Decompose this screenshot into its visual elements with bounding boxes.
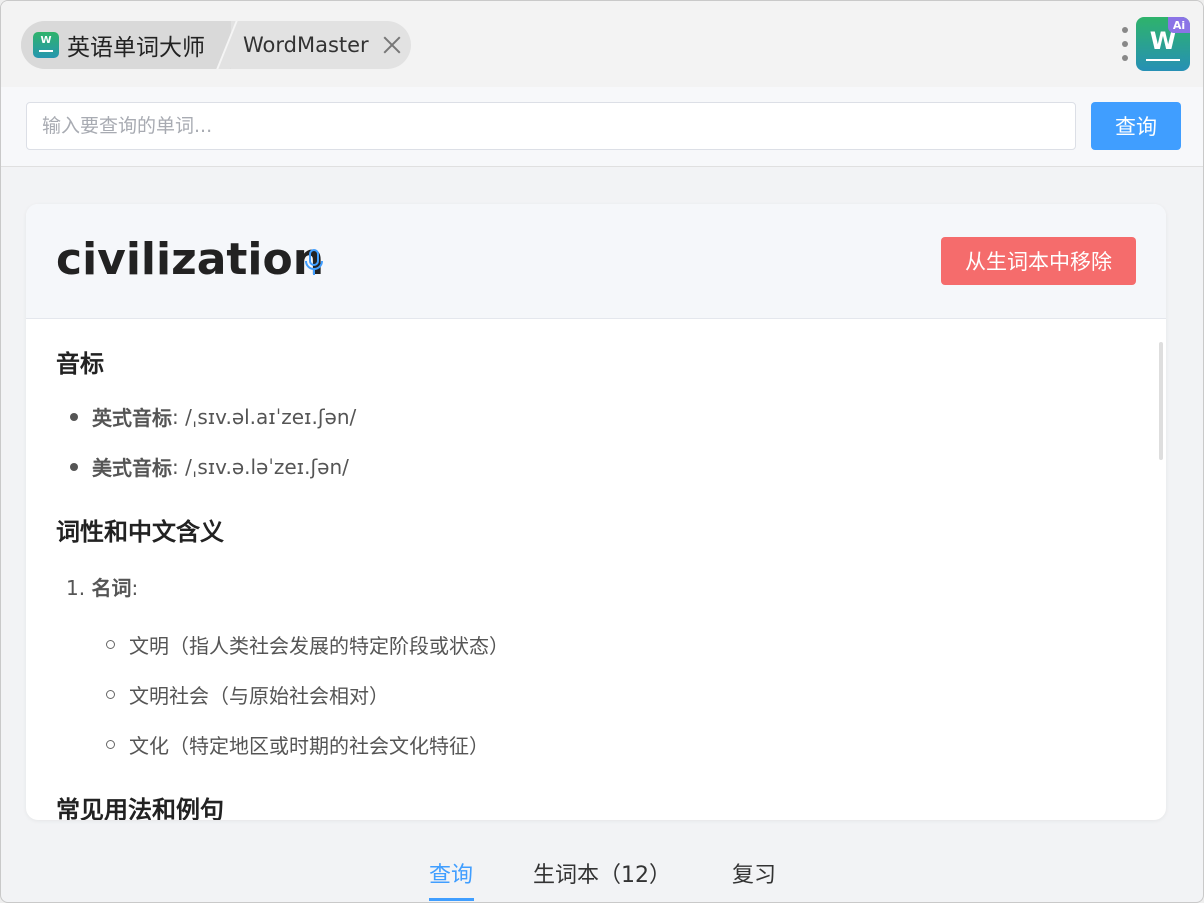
nav-review[interactable]: 复习 — [732, 857, 776, 889]
pos-number: 1. — [66, 576, 86, 600]
phonetic-label: 美式音标 — [92, 456, 172, 480]
meaning-text: 文明社会（与原始社会相对） — [129, 684, 389, 708]
search-button[interactable]: 查询 — [1091, 102, 1181, 150]
pos-label: 名词 — [91, 576, 132, 600]
nav-vocabulary[interactable]: 生词本（12） — [533, 857, 671, 889]
ai-badge: Ai — [1168, 17, 1190, 33]
scrollbar-thumb[interactable] — [1159, 342, 1163, 460]
app-window: W 英语单词大师 WordMaster W Ai 查询 civilization — [0, 0, 1204, 903]
bottom-nav: 查询 生词本（12） 复习 — [1, 841, 1203, 902]
search-bar: 查询 — [1, 87, 1203, 167]
page-tab[interactable]: WordMaster — [243, 21, 403, 69]
phonetic-value: : /ˌsɪv.əl.aɪˈzeɪ.ʃən/ — [172, 404, 357, 429]
usage-heading: 常见用法和例句 — [56, 796, 224, 820]
title-bar: W 英语单词大师 WordMaster W Ai — [1, 1, 1203, 87]
phonetic-value: : /ˌsɪv.ə.ləˈzeɪ.ʃən/ — [172, 454, 349, 479]
word-title: civilization — [56, 234, 325, 285]
remove-from-vocabulary-button[interactable]: 从生词本中移除 — [941, 237, 1136, 285]
phonetic-us: 美式音标 : /ˌsɪv.ə.ləˈzeɪ.ʃən/ — [70, 452, 349, 481]
bullet-dot — [70, 462, 78, 471]
meaning-item: 文明社会（与原始社会相对） — [106, 680, 389, 709]
bullet-circle — [106, 740, 115, 749]
word-details[interactable]: 音标 英式音标 : /ˌsɪv.əl.aɪˈzeɪ.ʃən/ 美式音标 : /ˌ… — [26, 320, 1166, 820]
pos-suffix: : — [131, 576, 139, 600]
meaning-text: 文明（指人类社会发展的特定阶段或状态） — [129, 634, 509, 658]
microphone-icon[interactable] — [302, 248, 326, 278]
part-of-speech: 1. 名词: — [66, 572, 138, 601]
meaning-item: 文化（特定地区或时期的社会文化特征） — [106, 730, 489, 759]
nav-lookup[interactable]: 查询 — [429, 857, 473, 889]
app-title: 英语单词大师 — [67, 35, 205, 61]
phonetic-uk: 英式音标 : /ˌsɪv.əl.aɪˈzeɪ.ʃən/ — [70, 402, 356, 431]
more-options-icon[interactable] — [1119, 27, 1131, 61]
app-tab[interactable]: W 英语单词大师 — [21, 21, 231, 69]
tab-strip: W 英语单词大师 WordMaster — [21, 21, 411, 69]
page-tab-title: WordMaster — [243, 33, 369, 57]
nav-active-indicator — [429, 898, 474, 901]
close-icon[interactable] — [381, 34, 403, 56]
app-icon: W — [33, 32, 59, 58]
search-input[interactable] — [26, 102, 1076, 150]
meaning-text: 文化（特定地区或时期的社会文化特征） — [129, 734, 489, 758]
bullet-circle — [106, 640, 115, 649]
phonetics-heading: 音标 — [56, 350, 104, 378]
meaning-heading: 词性和中文含义 — [56, 518, 224, 546]
bullet-circle — [106, 690, 115, 699]
app-icon-letter: W — [40, 35, 52, 46]
word-card: civilization 从生词本中移除 音标 英式音标 : /ˌsɪv.əl.… — [26, 204, 1166, 820]
meaning-item: 文明（指人类社会发展的特定阶段或状态） — [106, 630, 509, 659]
phonetic-label: 英式音标 — [92, 406, 172, 430]
ai-assistant-logo[interactable]: W Ai — [1136, 17, 1190, 71]
bullet-dot — [70, 412, 78, 421]
word-card-header: civilization 从生词本中移除 — [26, 204, 1166, 319]
